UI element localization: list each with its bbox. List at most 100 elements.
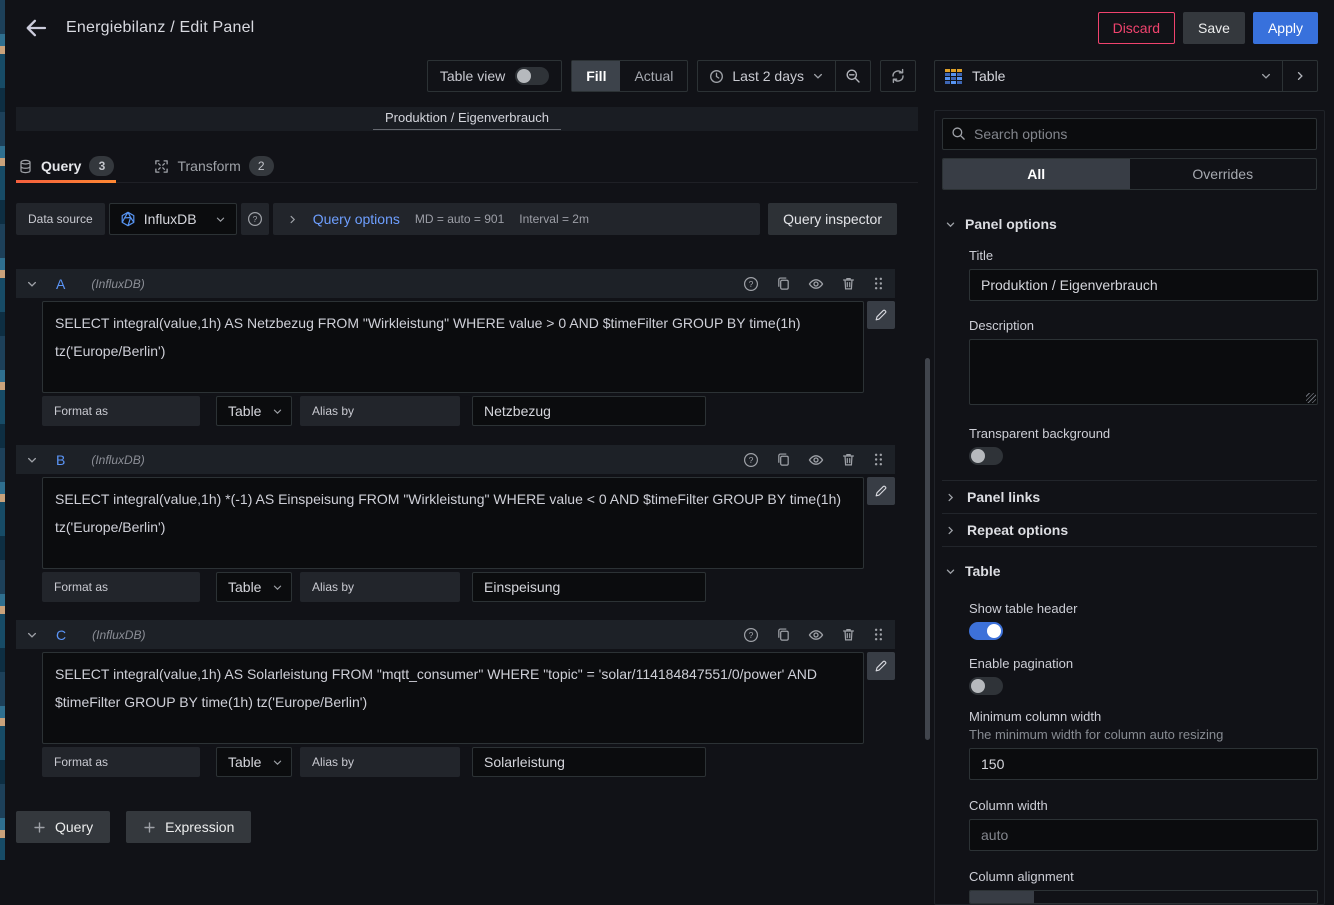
panel-preview-title[interactable]: Produktion / Eigenverbrauch	[373, 107, 561, 130]
enable-pagination-toggle[interactable]	[969, 677, 1003, 695]
discard-button[interactable]: Discard	[1098, 12, 1175, 44]
query-datasource-hint: (InfluxDB)	[91, 277, 144, 291]
fill-option[interactable]: Fill	[572, 61, 620, 91]
pencil-icon[interactable]	[867, 477, 895, 505]
time-range-picker[interactable]: Last 2 days	[698, 61, 835, 91]
tab-query-label: Query	[41, 158, 81, 174]
table-options-section[interactable]: Table	[942, 563, 1317, 579]
query-b-header[interactable]: B (InfluxDB) ?	[16, 445, 895, 474]
query-options-link[interactable]: Query options	[313, 211, 400, 227]
filter-all[interactable]: All	[943, 159, 1130, 189]
panel-description-textarea[interactable]	[969, 339, 1318, 405]
alias-by-input[interactable]	[472, 747, 706, 777]
query-a-sql-editor[interactable]: SELECT integral(value,1h) AS Netzbezug F…	[42, 301, 864, 393]
query-row-c: C (InfluxDB) ? SELECT integral(value,1h)…	[16, 620, 895, 777]
scrollbar-thumb[interactable]	[925, 358, 930, 740]
tab-transform[interactable]: Transform 2	[152, 150, 275, 182]
toggle-viz-suggestions-button[interactable]	[1283, 61, 1317, 91]
chevron-right-icon	[287, 214, 298, 225]
query-ref: C	[56, 627, 66, 643]
show-table-header-toggle[interactable]	[969, 622, 1003, 640]
panel-links-section[interactable]: Panel links	[942, 480, 1317, 513]
refresh-button[interactable]	[880, 60, 916, 92]
table-options-heading: Table	[965, 563, 1001, 579]
query-datasource-hint: (InfluxDB)	[92, 628, 145, 642]
format-as-select[interactable]: Table	[216, 572, 292, 602]
chevron-right-icon	[945, 525, 956, 536]
copy-icon[interactable]	[776, 452, 791, 467]
min-column-width-input[interactable]	[969, 748, 1318, 780]
copy-icon[interactable]	[776, 627, 791, 642]
drag-handle-icon[interactable]	[873, 276, 883, 291]
format-as-select[interactable]: Table	[216, 747, 292, 777]
query-inspector-button[interactable]: Query inspector	[768, 203, 897, 235]
repeat-options-section[interactable]: Repeat options	[942, 513, 1317, 546]
help-icon[interactable]: ?	[743, 452, 759, 468]
query-options-bar[interactable]: Query options MD = auto = 901 Interval =…	[273, 203, 760, 235]
transform-icon	[154, 159, 169, 174]
column-alignment-control[interactable]	[969, 890, 1318, 904]
table-view-toggle[interactable]	[515, 67, 549, 85]
panel-options-section[interactable]: Panel options	[942, 216, 1317, 232]
eye-icon[interactable]	[808, 452, 824, 468]
editor-tabs: Query 3 Transform 2	[16, 150, 918, 183]
filter-overrides[interactable]: Overrides	[1130, 159, 1317, 189]
section-divider	[942, 546, 1317, 547]
options-pane: All Overrides Panel options Title Descri…	[934, 110, 1325, 905]
back-arrow-icon[interactable]	[22, 14, 50, 42]
alias-by-input[interactable]	[472, 572, 706, 602]
save-button[interactable]: Save	[1183, 12, 1245, 44]
query-c-header[interactable]: C (InfluxDB) ?	[16, 620, 895, 649]
resize-handle[interactable]	[1306, 393, 1316, 403]
content: Table view Fill Actual Last 2 days	[0, 56, 1334, 860]
transparent-background-toggle[interactable]	[969, 447, 1003, 465]
help-icon[interactable]: ?	[743, 627, 759, 643]
trash-icon[interactable]	[841, 276, 856, 291]
actual-option[interactable]: Actual	[620, 61, 687, 91]
query-ref: A	[56, 276, 65, 292]
tab-query[interactable]: Query 3	[16, 150, 116, 182]
trash-icon[interactable]	[841, 452, 856, 467]
eye-icon[interactable]	[808, 627, 824, 643]
topbar-actions: Discard Save Apply	[1098, 12, 1318, 44]
datasource-picker[interactable]: InfluxDB	[109, 203, 237, 235]
repeat-options-heading: Repeat options	[967, 522, 1068, 538]
chevron-down-icon	[945, 219, 956, 230]
panel-preview-header: Produktion / Eigenverbrauch	[16, 107, 918, 131]
column-width-input[interactable]	[969, 819, 1318, 851]
query-a-header[interactable]: A (InfluxDB) ?	[16, 269, 895, 298]
top-bar: Energiebilanz / Edit Panel Discard Save …	[0, 0, 1334, 56]
format-as-select[interactable]: Table	[216, 396, 292, 426]
datasource-label: Data source	[16, 203, 105, 235]
format-as-label: Format as	[42, 396, 200, 426]
alias-by-input[interactable]	[472, 396, 706, 426]
query-b-sql-editor[interactable]: SELECT integral(value,1h) *(-1) AS Einsp…	[42, 477, 864, 569]
influxdb-icon	[120, 211, 136, 227]
chevron-down-icon[interactable]	[26, 278, 38, 290]
add-expression-button[interactable]: Expression	[126, 811, 251, 843]
pencil-icon[interactable]	[867, 652, 895, 680]
datasource-help-button[interactable]: ?	[241, 203, 269, 235]
help-icon[interactable]: ?	[743, 276, 759, 292]
search-options-input[interactable]	[942, 118, 1317, 150]
panel-title-input[interactable]	[969, 269, 1318, 301]
table-view-control: Table view	[427, 60, 562, 92]
chevron-down-icon[interactable]	[26, 629, 38, 641]
visualization-select[interactable]: Table	[935, 61, 1282, 91]
zoom-out-icon[interactable]	[836, 61, 870, 91]
trash-icon[interactable]	[841, 627, 856, 642]
eye-icon[interactable]	[808, 276, 824, 292]
panel-links-heading: Panel links	[967, 489, 1040, 505]
query-c-sql-editor[interactable]: SELECT integral(value,1h) AS Solarleistu…	[42, 652, 864, 744]
apply-button[interactable]: Apply	[1253, 12, 1318, 44]
query-actions: ?	[743, 276, 883, 292]
add-query-button[interactable]: Query	[16, 811, 110, 843]
drag-handle-icon[interactable]	[873, 627, 883, 642]
chevron-down-icon	[1260, 70, 1272, 82]
datasource-row: Data source InfluxDB ? Query optio	[16, 203, 897, 235]
pencil-icon[interactable]	[867, 301, 895, 329]
copy-icon[interactable]	[776, 276, 791, 291]
page-title: Energiebilanz / Edit Panel	[66, 19, 254, 37]
chevron-down-icon[interactable]	[26, 454, 38, 466]
drag-handle-icon[interactable]	[873, 452, 883, 467]
